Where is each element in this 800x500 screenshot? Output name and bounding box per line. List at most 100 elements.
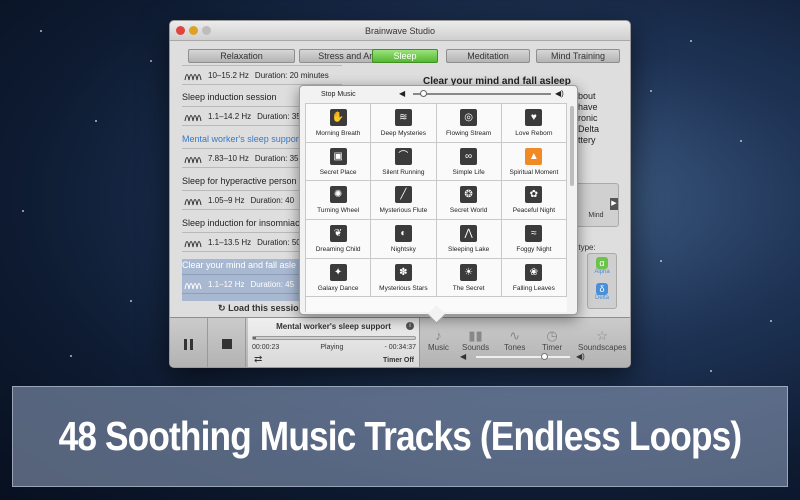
speaker-high-icon: ◀) [555, 89, 564, 98]
volume-knob[interactable] [540, 353, 548, 360]
session-duration: Duration: 35 [257, 111, 301, 121]
tab-relaxation[interactable]: Relaxation [188, 49, 295, 63]
track-icon: ◎ [460, 108, 478, 126]
info-icon[interactable]: i [406, 322, 414, 330]
repeat-icon[interactable]: ⇄ [254, 354, 262, 365]
session-frequency: 1.05–9 Hz [208, 195, 245, 205]
waveform-icon [184, 115, 202, 122]
track-icon: ∞ [460, 147, 478, 165]
track-name: Galaxy Dance [317, 284, 359, 292]
session-item[interactable]: 10–15.2 Hz Duration: 20 minutes [182, 65, 342, 85]
content-type-alpha[interactable]: α Alpha [588, 254, 616, 280]
load-session-button[interactable]: ↻ Load this session [218, 303, 304, 314]
playback-progress[interactable] [252, 336, 416, 340]
music-track[interactable]: ✿ Peaceful Night [501, 181, 567, 221]
waveform-icon [184, 283, 202, 290]
music-track-grid: ✋ Morning Breath ≋ Deep Mysteries ◎ Flowing S… [305, 103, 567, 312]
transport-bar: Mental worker's sleep support i 00:00:23… [170, 317, 630, 367]
waveform-icon [184, 199, 202, 206]
track-icon: ⋀ [460, 224, 478, 242]
stop-music-button[interactable]: Stop Music [321, 91, 356, 98]
minimize-window-button[interactable] [189, 26, 198, 35]
promo-caption: 48 Soothing Music Tracks (Endless Loops) [12, 386, 788, 487]
music-track[interactable]: ✦ Galaxy Dance [306, 258, 372, 298]
next-effect-arrow[interactable]: ▶ [610, 198, 618, 210]
track-icon: ▲ [525, 147, 543, 165]
pause-button[interactable] [170, 318, 208, 367]
music-track[interactable]: ♥ Love Reborn [501, 104, 567, 143]
speaker-high-icon: ◀) [576, 352, 585, 361]
music-track[interactable]: ≋ Deep Mysteries [371, 104, 437, 143]
description-text: bout [578, 91, 596, 101]
tab-mind-training[interactable]: Mind Training [536, 49, 620, 63]
track-icon: ✽ [394, 263, 412, 281]
track-name: Foggy Night [516, 245, 552, 253]
music-track[interactable]: ▲ Spiritual Moment [501, 142, 567, 182]
music-track[interactable]: ◐ Nightsky [371, 220, 437, 259]
track-icon: ≋ [394, 108, 412, 126]
session-frequency: 10–15.2 Hz [208, 70, 249, 80]
music-volume-slider[interactable]: ◀ ◀) [399, 89, 569, 99]
playback-status: Playing [320, 344, 344, 351]
tab-sleep[interactable]: Sleep [372, 49, 438, 63]
zoom-window-button[interactable] [202, 26, 211, 35]
music-track[interactable]: ❀ Falling Leaves [501, 258, 567, 298]
waveform-icon [184, 157, 202, 164]
track-icon: ◐ [394, 224, 412, 242]
now-playing-title: Mental worker's sleep support [276, 322, 391, 331]
session-frequency: 1.1–12 Hz [208, 279, 245, 289]
toolbar-sounds-button[interactable]: ▮▮ Sounds [462, 328, 489, 352]
track-name: Mysterious Flute [379, 207, 428, 215]
music-track[interactable]: ▣ Secret Place [306, 142, 372, 182]
music-track[interactable]: ⌒ Silent Running [371, 142, 437, 182]
speaker-low-icon: ◀ [460, 352, 467, 361]
session-frequency: 1.1–14.2 Hz [208, 111, 252, 121]
master-volume-slider[interactable]: ◀ ◀) [460, 352, 588, 362]
toolbar-tones-button[interactable]: ∿ Tones [504, 328, 525, 352]
music-track[interactable]: ❂ Secret World [436, 181, 502, 221]
music-track[interactable]: ✽ Mysterious Stars [371, 258, 437, 298]
music-track[interactable]: ≈ Foggy Night [501, 220, 567, 259]
session-duration: Duration: 40 [250, 195, 295, 205]
stop-button[interactable] [208, 318, 246, 367]
waveform-icon [184, 241, 202, 248]
music-track[interactable]: ◎ Flowing Stream [436, 104, 502, 143]
toolbar-timer-button[interactable]: ◷ Timer [542, 328, 562, 352]
music-track[interactable]: ∞ Simple Life [436, 142, 502, 182]
track-icon: ❂ [460, 186, 478, 204]
track-icon: ⌒ [394, 147, 412, 165]
music-track[interactable]: ☀ The Secret [436, 258, 502, 298]
toolbar-music-button[interactable]: ♪ Music [428, 328, 449, 352]
track-icon: ❦ [329, 224, 347, 242]
toolbar-soundscapes-button[interactable]: ☆ Soundscapes [578, 328, 626, 352]
now-playing-panel: Mental worker's sleep support i 00:00:23… [248, 318, 420, 367]
music-popover: Stop Music ◀ ◀) ✋ Morning Breath ≋ Deep Mys… [299, 85, 578, 315]
track-name: Mysterious Stars [379, 284, 428, 292]
track-name: Turning Wheel [317, 207, 360, 215]
speaker-low-icon: ◀ [399, 89, 406, 98]
track-name: Spiritual Moment [509, 168, 559, 176]
music-track[interactable]: ✋ Morning Breath [306, 104, 372, 143]
description-text: have [578, 102, 598, 112]
session-duration: Duration: 35 [254, 153, 299, 163]
music-track[interactable]: ⋀ Sleeping Lake [436, 220, 502, 259]
caption-text: 48 Soothing Music Tracks (Endless Loops) [58, 413, 743, 459]
alpha-icon: α [596, 257, 608, 269]
tab-meditation[interactable]: Meditation [446, 49, 530, 63]
remaining-time: - 00:34:37 [384, 344, 416, 351]
close-window-button[interactable] [176, 26, 185, 35]
track-icon: ▣ [329, 147, 347, 165]
track-icon: ╱ [394, 186, 412, 204]
star-icon: ☆ [596, 328, 609, 343]
content-type-delta[interactable]: δ Delta [588, 280, 616, 306]
elapsed-time: 00:00:23 [252, 344, 280, 351]
music-volume-knob[interactable] [419, 90, 427, 97]
music-track[interactable]: ❦ Dreaming Child [306, 220, 372, 259]
tones-icon: ∿ [509, 328, 521, 343]
popover-scrollbar[interactable] [570, 106, 574, 186]
music-track[interactable]: ✺ Turning Wheel [306, 181, 372, 221]
content-type-list: α Alpha δ Delta [587, 253, 617, 309]
music-track[interactable]: ╱ Mysterious Flute [371, 181, 437, 221]
timer-icon: ◷ [546, 328, 558, 343]
track-icon: ✦ [329, 263, 347, 281]
